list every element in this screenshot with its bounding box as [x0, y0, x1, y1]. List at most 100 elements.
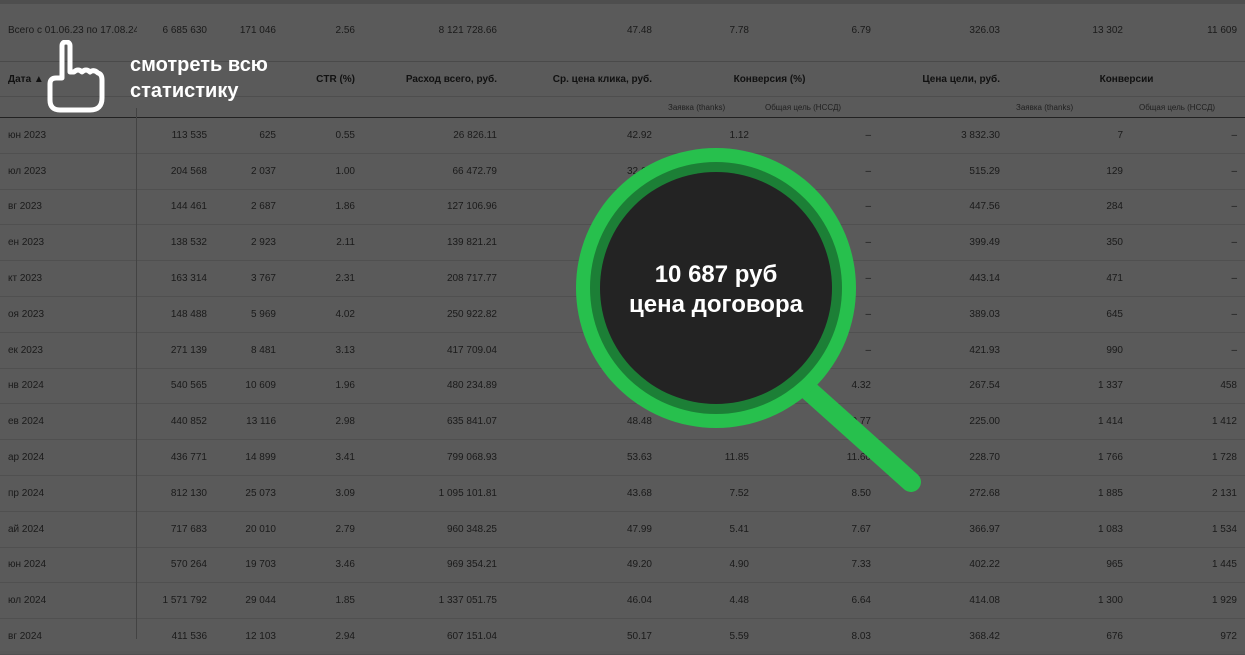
table-cell: 7.33 [757, 547, 879, 584]
table-cell: 26 826.11 [363, 117, 505, 154]
table-cell: 12 103 [215, 618, 284, 655]
table-cell: 350 [1008, 224, 1131, 262]
subheader-goal[interactable]: Общая цель (НССД) [1131, 96, 1245, 118]
table-cell: 4.48 [660, 582, 757, 620]
table-cell: 2 687 [215, 189, 284, 226]
table-cell: 645 [1008, 296, 1131, 333]
table-cell: 1.96 [284, 368, 363, 405]
table-cell: 2.11 [284, 224, 363, 262]
table-cell: 8 481 [215, 332, 284, 369]
table-cell: 4.90 [660, 547, 757, 584]
table-cell: 8.03 [757, 618, 879, 655]
table-cell: 29 044 [215, 582, 284, 620]
total-cell: 7.78 [660, 0, 757, 62]
total-cell: 6.79 [757, 0, 879, 62]
table-row: юл 2024 1 571 792 29 044 1.85 1 337 051.75 46… [0, 582, 1245, 620]
table-cell: 5 969 [215, 296, 284, 333]
table-cell: 0.55 [284, 117, 363, 154]
table-cell: 1 445 [1131, 547, 1245, 584]
row-date-cell: ев 2024 [0, 403, 137, 441]
table-cell: 1 095 101.81 [363, 475, 505, 512]
table-cell: 1 766 [1008, 439, 1131, 476]
row-date-cell: ен 2023 [0, 224, 137, 262]
view-all-stats-callout[interactable]: смотреть всю статистику [44, 40, 344, 120]
table-cell: 1 929 [1131, 582, 1245, 620]
table-row: юн 2024 570 264 19 703 3.46 969 354.21 49.20 4… [0, 547, 1245, 584]
total-cell: 13 302 [1008, 0, 1131, 62]
table-cell: 3 767 [215, 260, 284, 297]
contract-price-label: цена договора [629, 291, 803, 318]
table-cell: 10 609 [215, 368, 284, 405]
table-cell: 625 [215, 117, 284, 154]
column-header-goal-price[interactable]: Цена цели, руб. [879, 61, 1008, 97]
column-header-cpc[interactable]: Ср. цена клика, руб. [505, 61, 660, 97]
row-date-cell: оя 2023 [0, 296, 137, 333]
contract-price-value: 10 687 руб [654, 261, 778, 288]
subheader-goal[interactable]: Общая цель (НССД) [757, 96, 879, 118]
table-cell: 368.42 [879, 618, 1008, 655]
table-cell: 2 037 [215, 153, 284, 190]
row-date-cell: ар 2024 [0, 439, 137, 476]
row-date-cell: пр 2024 [0, 475, 137, 512]
table-cell: 2.31 [284, 260, 363, 297]
table-cell: 480 234.89 [363, 368, 505, 405]
table-cell: 2 923 [215, 224, 284, 262]
table-cell: 271 139 [137, 332, 215, 369]
table-cell: 417 709.04 [363, 332, 505, 369]
table-cell: 19 703 [215, 547, 284, 584]
total-cell: 326.03 [879, 0, 1008, 62]
table-cell: 1 337 [1008, 368, 1131, 405]
table-cell: 1 083 [1008, 511, 1131, 548]
table-cell: 540 565 [137, 368, 215, 405]
row-date-cell: нв 2024 [0, 368, 137, 405]
table-cell: 972 [1131, 618, 1245, 655]
view-all-stats-text: смотреть всю статистику [130, 54, 268, 102]
table-cell: – [1131, 189, 1245, 226]
table-cell: 1 300 [1008, 582, 1131, 620]
column-header-spend[interactable]: Расход всего, руб. [363, 61, 505, 97]
table-cell: 1 414 [1008, 403, 1131, 441]
table-cell: 2.98 [284, 403, 363, 441]
column-header-conversion-pct[interactable]: Конверсия (%) [660, 61, 879, 97]
subheader-request[interactable]: Заявка (thanks) [660, 96, 757, 118]
table-cell: 163 314 [137, 260, 215, 297]
table-cell: 990 [1008, 332, 1131, 369]
table-cell: 402.22 [879, 547, 1008, 584]
table-cell: 127 106.96 [363, 189, 505, 226]
table-cell: 129 [1008, 153, 1131, 190]
column-header-conversions[interactable]: Конверсии [1008, 61, 1245, 97]
table-cell: 144 461 [137, 189, 215, 226]
table-cell: 1 534 [1131, 511, 1245, 548]
table-cell: 1 412 [1131, 403, 1245, 441]
total-cell: 8 121 728.66 [363, 0, 505, 62]
table-cell: 411 536 [137, 618, 215, 655]
table-cell: 1.86 [284, 189, 363, 226]
table-cell: 440 852 [137, 403, 215, 441]
table-cell: 46.04 [505, 582, 660, 620]
table-cell: 570 264 [137, 547, 215, 584]
table-cell: 5.59 [660, 618, 757, 655]
table-cell: 204 568 [137, 153, 215, 190]
table-cell: 250 922.82 [363, 296, 505, 333]
table-cell: 3.41 [284, 439, 363, 476]
row-date-cell: юл 2023 [0, 153, 137, 190]
table-cell: 965 [1008, 547, 1131, 584]
row-date-cell: вг 2023 [0, 189, 137, 226]
table-cell: 471 [1008, 260, 1131, 297]
table-cell: 13 116 [215, 403, 284, 441]
table-cell: 414.08 [879, 582, 1008, 620]
table-cell: 66 472.79 [363, 153, 505, 190]
subheader-empty [879, 96, 1008, 118]
subheader-request[interactable]: Заявка (thanks) [1008, 96, 1131, 118]
table-cell: 635 841.07 [363, 403, 505, 441]
table-cell: 50.17 [505, 618, 660, 655]
table-cell: 3.09 [284, 475, 363, 512]
table-cell: 1 571 792 [137, 582, 215, 620]
table-cell: 7 [1008, 117, 1131, 154]
table-cell: – [1131, 332, 1245, 369]
table-cell: – [1131, 153, 1245, 190]
column-divider [136, 108, 137, 639]
table-cell: 1 728 [1131, 439, 1245, 476]
row-date-cell: кт 2023 [0, 260, 137, 297]
pointing-hand-icon [47, 40, 105, 113]
